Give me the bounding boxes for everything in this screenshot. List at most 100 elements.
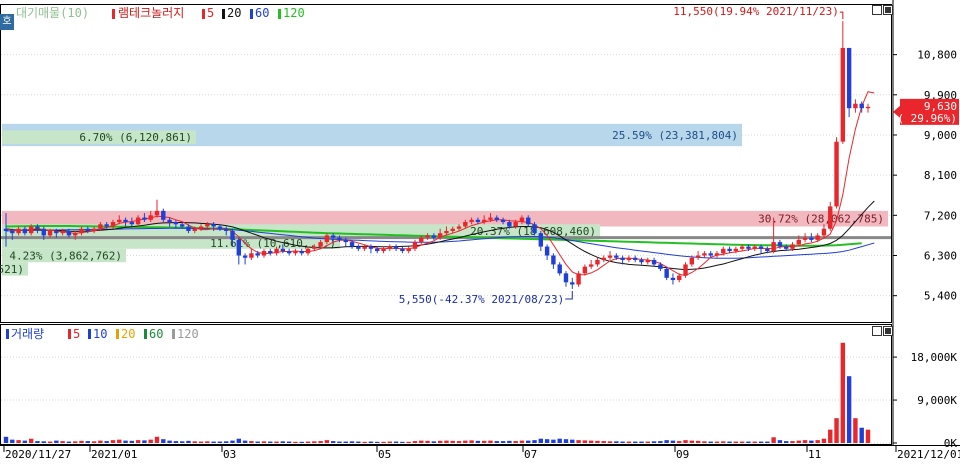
- candle-body: [746, 246, 751, 249]
- candle-body: [261, 251, 267, 256]
- volume-bar: [463, 440, 468, 443]
- legend-vma-label[interactable]: 60: [149, 327, 163, 341]
- volume-bar: [66, 441, 72, 443]
- volume-bar: [500, 441, 506, 443]
- volume-bar: [777, 440, 783, 443]
- candle-body: [853, 103, 858, 109]
- volume-bar: [299, 441, 304, 443]
- volume-bar: [488, 440, 493, 443]
- volume-tick-label: 18,000K: [911, 351, 958, 364]
- candle-body: [708, 253, 713, 256]
- candle-body: [268, 251, 273, 254]
- volume-bar: [601, 441, 606, 443]
- candle-body: [639, 259, 644, 263]
- candle-body: [419, 237, 424, 243]
- legend-ma-label[interactable]: 120: [283, 6, 305, 20]
- legend-vma-label[interactable]: 120: [177, 327, 199, 341]
- volume-bar: [544, 439, 550, 443]
- candle-body: [47, 230, 53, 236]
- volume-profile-label: 4.23% (3,862,762): [9, 250, 122, 263]
- candle-body: [601, 257, 606, 260]
- volume-bar: [828, 429, 833, 443]
- legend-stock-name[interactable]: 램테크놀러지: [118, 6, 184, 20]
- candle-body: [393, 246, 399, 249]
- legend-vma-label[interactable]: 5: [73, 327, 80, 341]
- volume-bar: [268, 441, 273, 443]
- volume-bar: [375, 441, 380, 443]
- volume-profile-label: 30.72% (28,062,785): [758, 213, 884, 226]
- candle-body: [614, 255, 619, 258]
- legend-ma-label[interactable]: 60: [255, 6, 269, 20]
- candle-body: [563, 273, 569, 283]
- volume-bar: [840, 342, 846, 443]
- volume-bar: [186, 440, 191, 443]
- chart-menu-tab[interactable]: 호: [0, 14, 14, 30]
- candle-body: [192, 228, 197, 231]
- volume-pane-maximize-button[interactable]: [883, 326, 893, 336]
- legend-vma-label[interactable]: 20: [121, 327, 135, 341]
- volume-bar: [614, 441, 619, 443]
- legend-swatch: [116, 329, 119, 339]
- volume-bar: [796, 440, 801, 443]
- volume-bar: [815, 440, 820, 443]
- candle-body: [626, 257, 632, 260]
- candle-body: [425, 235, 430, 238]
- volume-bar: [324, 440, 330, 443]
- volume-profile-label: 0.78% (709,521): [0, 263, 24, 276]
- volume-bar: [733, 441, 739, 443]
- candle-body: [859, 103, 864, 109]
- date-tick-label: 09: [676, 448, 689, 461]
- volume-bar: [343, 441, 348, 443]
- volume-bar: [412, 441, 418, 443]
- pane-restore-button[interactable]: [872, 5, 882, 15]
- legend-ma-label[interactable]: 20: [227, 6, 241, 20]
- volume-bar: [784, 441, 789, 443]
- volume-bar: [632, 441, 638, 443]
- candle-body: [840, 47, 846, 142]
- volume-bar: [318, 441, 323, 443]
- price-tick-label: 8,100: [924, 169, 957, 182]
- volume-bar: [758, 441, 764, 443]
- candle-body: [387, 246, 393, 249]
- legend-swatch: [88, 329, 91, 339]
- legend-ma-label[interactable]: 5: [207, 6, 214, 20]
- candle-body: [305, 248, 311, 254]
- candle-body: [343, 239, 348, 243]
- volume-bar: [362, 441, 367, 443]
- volume-bar: [60, 441, 65, 443]
- candle-body: [324, 235, 330, 243]
- volume-bar: [721, 441, 726, 443]
- candle-body: [469, 219, 474, 223]
- date-tick-label: 2020/11/27: [5, 448, 71, 461]
- candle-body: [475, 219, 481, 223]
- candle-body: [790, 244, 795, 249]
- volume-bar: [142, 440, 147, 443]
- legend-swatch: [278, 9, 281, 19]
- volume-bar: [406, 441, 411, 443]
- volume-bar: [217, 441, 223, 443]
- candle-body: [607, 255, 613, 258]
- legend-volume-label[interactable]: 거래량: [11, 327, 44, 341]
- candle-body: [249, 253, 254, 258]
- candle-body: [173, 222, 179, 225]
- legend-swatch: [6, 329, 9, 339]
- volume-bar: [148, 439, 153, 443]
- legend-supply-label[interactable]: 대기매물(10): [16, 6, 89, 20]
- chart-canvas[interactable]: 25.59% (23,381,804) 6.70% (6,120,861) 30.7…: [0, 0, 960, 462]
- candle-body: [739, 246, 745, 249]
- candle-body: [777, 242, 783, 247]
- legend-vma-label[interactable]: 10: [93, 327, 107, 341]
- volume-bar: [224, 441, 229, 443]
- pane-maximize-button[interactable]: [883, 5, 893, 15]
- candle-body: [752, 246, 757, 249]
- volume-bar: [456, 441, 462, 443]
- volume-bar: [3, 436, 9, 443]
- volume-bar: [236, 438, 242, 443]
- volume-bar: [123, 440, 128, 443]
- volume-bar: [129, 440, 135, 443]
- candle-body: [771, 242, 776, 252]
- volume-pane-restore-button[interactable]: [872, 326, 882, 336]
- price-tick-label: 5,400: [924, 290, 957, 303]
- candle-body: [98, 224, 103, 229]
- volume-bar: [286, 441, 292, 443]
